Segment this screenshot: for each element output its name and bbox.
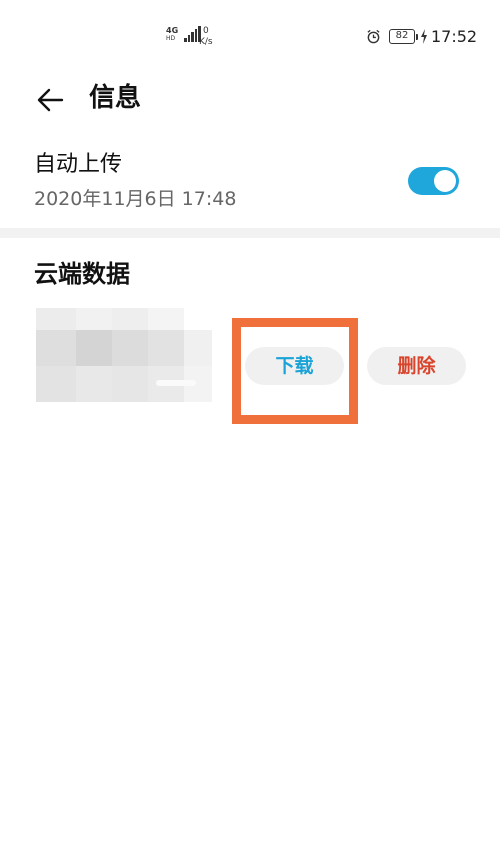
battery-icon: 82 xyxy=(389,29,418,44)
auto-upload-label: 自动上传 xyxy=(34,152,123,177)
page-title: 信息 xyxy=(89,83,142,113)
cellular-signal: 4G HD xyxy=(166,26,201,42)
screen: 4G HD 0 K/s 82 17:52 信息 自动上传 2020年11月6日 … xyxy=(0,0,500,866)
blurred-thumbnail-image xyxy=(36,308,212,406)
speed-unit: K/s xyxy=(199,37,213,47)
delete-button[interactable]: 删除 xyxy=(367,347,466,385)
battery-level: 82 xyxy=(389,29,415,44)
cloud-data-title: 云端数据 xyxy=(34,260,130,288)
charging-bolt-icon xyxy=(421,29,427,44)
status-time: 17:52 xyxy=(431,27,478,46)
network-speed: 0 K/s xyxy=(199,26,213,48)
network-type: 4G xyxy=(166,26,179,35)
network-sub: HD xyxy=(166,35,176,42)
speed-value: 0 xyxy=(202,26,209,36)
auto-upload-toggle[interactable] xyxy=(408,167,459,195)
header: 信息 xyxy=(0,70,500,130)
auto-upload-time: 2020年11月6日 17:48 xyxy=(34,188,237,210)
highlight-box xyxy=(232,318,358,424)
alarm-clock-icon xyxy=(367,29,380,44)
status-bar: 4G HD 0 K/s 82 17:52 xyxy=(0,0,500,70)
auto-upload-row: 自动上传 2020年11月6日 17:48 xyxy=(0,140,500,228)
section-divider xyxy=(0,228,500,238)
toggle-knob xyxy=(434,170,456,192)
arrow-left-icon[interactable] xyxy=(34,84,66,116)
